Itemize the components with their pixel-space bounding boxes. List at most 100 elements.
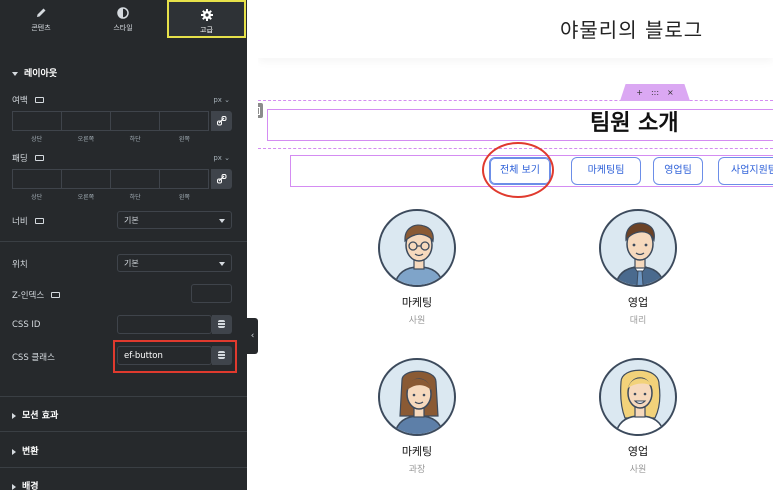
- transform-title: 변환: [22, 447, 39, 457]
- link-icon: [216, 174, 226, 184]
- member-card[interactable]: 마케팅 사원: [357, 209, 477, 326]
- woman-blonde-avatar: [599, 358, 677, 436]
- zindex-row: Z-인덱스: [12, 289, 61, 301]
- chevron-down-icon: [12, 71, 18, 76]
- position-value: 기본: [124, 259, 139, 268]
- site-header: 야물리의 블로그: [258, 0, 773, 58]
- desktop-icon[interactable]: [34, 217, 44, 224]
- delete-section-icon[interactable]: ×: [667, 88, 674, 97]
- divider: [0, 431, 247, 432]
- side-label-right: 오른쪽: [77, 194, 95, 201]
- background-section[interactable]: 배경: [12, 479, 39, 490]
- man-glasses-avatar: [378, 209, 456, 287]
- gear-icon: [200, 9, 213, 21]
- margin-top-input[interactable]: [13, 112, 62, 130]
- zindex-label: Z-인덱스: [12, 291, 45, 301]
- side-label-left: 왼쪽: [178, 136, 190, 143]
- pencil-icon: [37, 8, 46, 17]
- desktop-icon[interactable]: [51, 291, 61, 298]
- member-card[interactable]: 영업 대리: [578, 209, 698, 326]
- tab-advanced[interactable]: 고급: [167, 0, 246, 38]
- padding-left-input[interactable]: [160, 170, 208, 188]
- side-label-bottom: 하단: [129, 136, 141, 143]
- tab-content-label: 콘텐츠: [31, 24, 51, 32]
- position-select[interactable]: 기본: [117, 254, 232, 272]
- page-heading[interactable]: 팀원 소개: [590, 105, 679, 137]
- member-rank: 대리: [629, 316, 647, 326]
- position-label: 위치: [12, 260, 28, 270]
- tab-style-label: 스타일: [113, 24, 133, 32]
- layout-section-toggle[interactable]: 레이아웃: [12, 66, 57, 79]
- padding-label: 패딩: [12, 154, 28, 164]
- chevron-right-icon: [12, 448, 16, 455]
- member-team: 마케팅: [401, 296, 433, 309]
- margin-link-button[interactable]: [211, 111, 232, 131]
- motion-effects-title: 모션 효과: [22, 411, 59, 421]
- margin-inputs: [12, 111, 209, 131]
- editor-panel: 콘텐츠 스타일 고급 레이아웃 여백 px ⌄ 상단 오른쪽 하단 왼쪽 패딩 …: [0, 0, 247, 490]
- margin-unit-select[interactable]: px ⌄: [213, 96, 230, 104]
- section-handle[interactable]: +::: ×: [620, 84, 690, 101]
- divider: [0, 396, 247, 397]
- padding-bottom-input[interactable]: [111, 170, 160, 188]
- site-title[interactable]: 야물리의 블로그: [560, 14, 703, 43]
- filter-marketing-button[interactable]: 마케팅팀: [571, 157, 641, 185]
- desktop-icon[interactable]: [34, 154, 44, 161]
- motion-effects-section[interactable]: 모션 효과: [12, 408, 58, 421]
- padding-top-input[interactable]: [13, 170, 62, 188]
- chevron-left-icon: ‹: [250, 331, 255, 341]
- link-icon: [216, 116, 226, 126]
- width-select[interactable]: 기본: [117, 211, 232, 229]
- tab-content[interactable]: 콘텐츠: [0, 0, 82, 38]
- padding-row: 패딩: [12, 152, 44, 164]
- zindex-input[interactable]: [191, 284, 232, 303]
- member-team: 마케팅: [401, 445, 433, 458]
- margin-right-input[interactable]: [62, 112, 111, 130]
- member-team: 영업: [627, 445, 649, 458]
- side-label-top: 상단: [31, 194, 43, 201]
- divider: [0, 467, 247, 468]
- side-label-right: 오른쪽: [77, 136, 95, 143]
- member-rank: 사원: [629, 465, 647, 475]
- filter-support-button[interactable]: 사업지원팀: [718, 157, 773, 185]
- preview-canvas: 야물리의 블로그 +::: × 팀원 소개 전체 보기 마케팅팀 영업팀 사업지원…: [258, 0, 773, 490]
- woman-brown-hair-avatar: [378, 358, 456, 436]
- member-card[interactable]: 영업 사원: [578, 358, 698, 475]
- dynamic-tags-button[interactable]: [212, 315, 232, 334]
- heading-widget-outline[interactable]: [267, 109, 773, 141]
- caret-down-icon: [219, 219, 225, 223]
- drag-handle-icon[interactable]: :::: [651, 88, 659, 97]
- layout-section-title: 레이아웃: [24, 69, 58, 79]
- caret-down-icon: [219, 262, 225, 266]
- panel-tabs: 콘텐츠 스타일 고급: [0, 0, 247, 38]
- desktop-icon[interactable]: [34, 96, 44, 103]
- padding-unit: px: [213, 154, 222, 162]
- width-row: 너비: [12, 215, 44, 227]
- transform-section[interactable]: 변환: [12, 444, 39, 457]
- margin-left-input[interactable]: [160, 112, 208, 130]
- side-label-bottom: 하단: [129, 194, 141, 201]
- column-handle-icon[interactable]: [258, 103, 263, 118]
- padding-unit-select[interactable]: px ⌄: [213, 154, 230, 162]
- add-section-icon[interactable]: +: [636, 88, 643, 97]
- member-rank: 사원: [408, 316, 426, 326]
- member-card[interactable]: 마케팅 과장: [357, 358, 477, 475]
- section-boundary-top: [258, 100, 773, 101]
- padding-link-button[interactable]: [211, 169, 232, 189]
- padding-right-input[interactable]: [62, 170, 111, 188]
- padding-side-labels: 상단 오른쪽 하단 왼쪽: [12, 192, 209, 201]
- css-id-input[interactable]: [117, 315, 212, 334]
- width-label: 너비: [12, 217, 28, 227]
- margin-side-labels: 상단 오른쪽 하단 왼쪽: [12, 134, 209, 143]
- css-id-label: CSS ID: [12, 320, 41, 330]
- background-title: 배경: [22, 482, 39, 490]
- css-class-highlight-box: [113, 340, 237, 373]
- divider: [0, 241, 247, 242]
- margin-row: 여백: [12, 94, 44, 106]
- tab-style[interactable]: 스타일: [82, 0, 164, 38]
- css-class-label: CSS 클래스: [12, 353, 55, 363]
- collapse-panel-button[interactable]: ‹: [247, 318, 258, 354]
- filter-highlight-oval: [482, 142, 554, 198]
- margin-bottom-input[interactable]: [111, 112, 160, 130]
- filter-sales-button[interactable]: 영업팀: [653, 157, 703, 185]
